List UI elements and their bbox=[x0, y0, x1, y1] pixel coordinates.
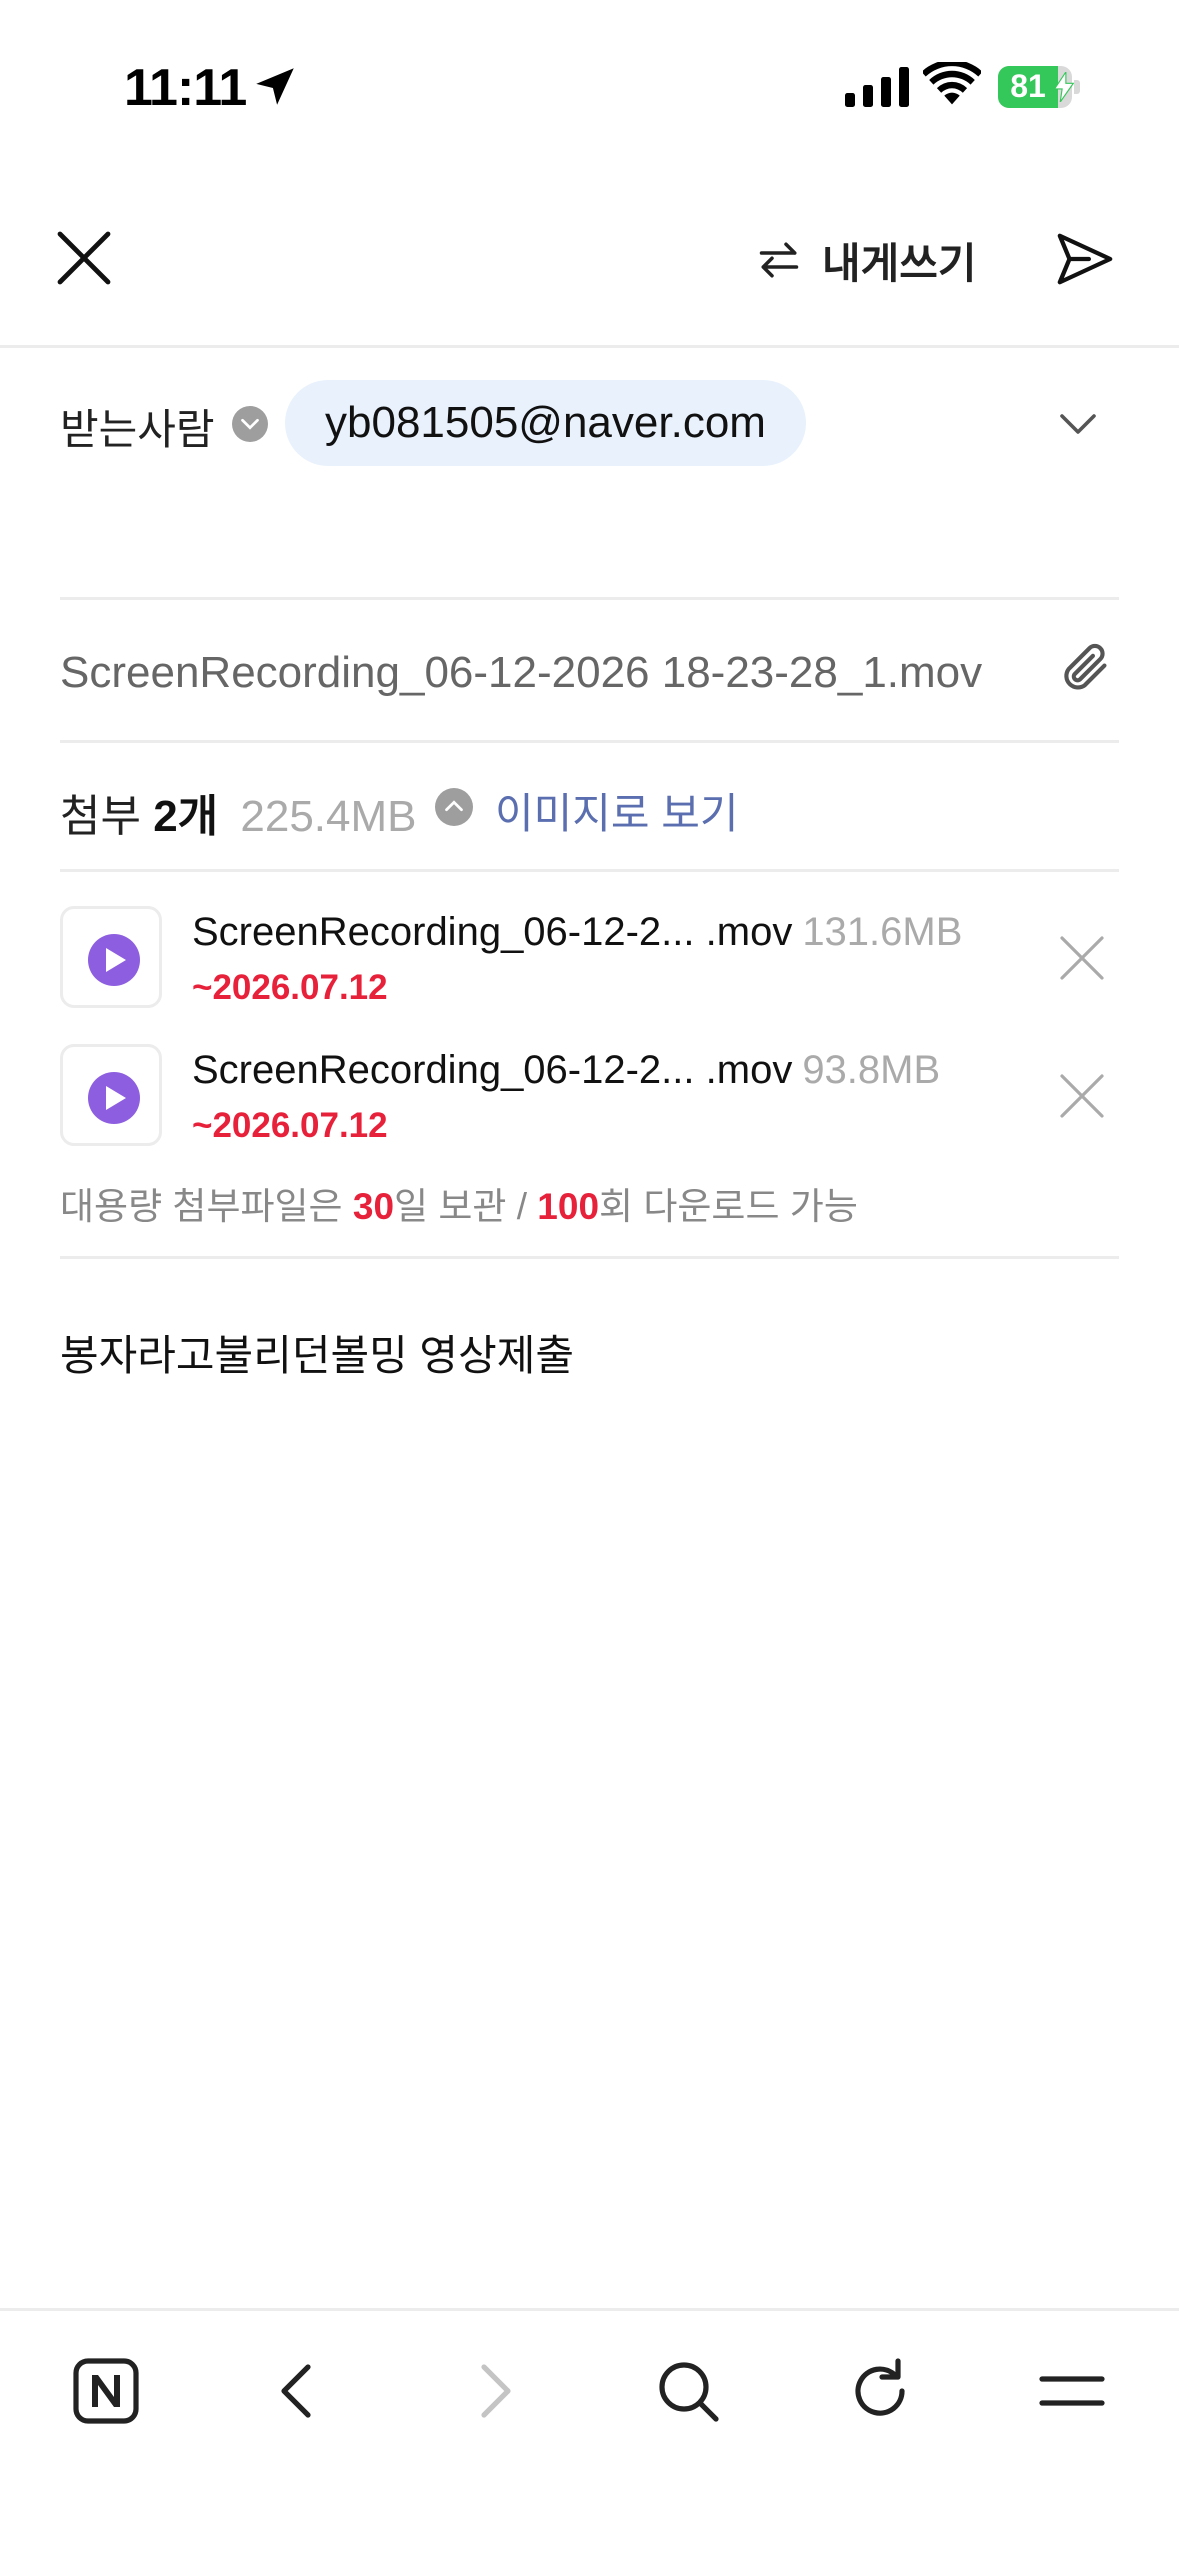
attachment-name: ScreenRecording_06-12-2... .mov 93.8MB bbox=[192, 1048, 941, 1092]
menu-icon bbox=[1039, 2376, 1105, 2406]
divider bbox=[60, 1256, 1119, 1259]
paperclip-icon[interactable] bbox=[1058, 639, 1114, 699]
location-arrow-icon bbox=[256, 68, 294, 105]
recipient-chip[interactable]: yb081505@naver.com bbox=[285, 380, 806, 466]
cellular-signal-icon bbox=[845, 67, 909, 107]
back-button[interactable] bbox=[258, 2351, 338, 2431]
self-write-label: 내게쓰기 bbox=[822, 239, 977, 287]
recipient-row: 받는사람 yb081505@naver.com bbox=[60, 350, 1119, 600]
message-body[interactable]: 봉자라고불리던볼밍 영상제출 bbox=[60, 1322, 1119, 1383]
attachment-expiry: ~2026.07.12 bbox=[192, 1106, 388, 1145]
battery-icon: 81 bbox=[998, 66, 1080, 108]
naver-n-icon bbox=[73, 2358, 139, 2424]
send-icon[interactable] bbox=[1054, 228, 1116, 290]
attachment-size: 131.6MB bbox=[802, 910, 963, 954]
compose-toolbar: 내게쓰기 bbox=[0, 170, 1179, 348]
naver-home-button[interactable] bbox=[66, 2351, 146, 2431]
large-attachment-notice: 대용량 첨부파일은 30일 보관 / 100회 다운로드 가능 bbox=[60, 1186, 858, 1227]
remove-attachment-icon[interactable] bbox=[1058, 1072, 1106, 1120]
browser-bottom-nav bbox=[0, 2308, 1179, 2556]
forward-button[interactable] bbox=[454, 2351, 534, 2431]
recipient-label: 받는사람 bbox=[60, 406, 215, 453]
refresh-button[interactable] bbox=[840, 2351, 920, 2431]
chevron-up-icon[interactable] bbox=[435, 788, 473, 826]
attachment-item[interactable]: ScreenRecording_06-12-2... .mov 131.6MB ~… bbox=[60, 906, 1119, 1016]
video-thumbnail bbox=[60, 1044, 162, 1146]
video-thumbnail bbox=[60, 906, 162, 1008]
status-time: 11:11 bbox=[124, 59, 247, 117]
charging-bolt-icon bbox=[1054, 72, 1074, 102]
play-icon bbox=[88, 934, 140, 986]
attachments-count: 2개 bbox=[153, 792, 219, 841]
menu-button[interactable] bbox=[1032, 2351, 1112, 2431]
subject-input[interactable] bbox=[60, 641, 1025, 705]
subject-row bbox=[60, 603, 1119, 743]
attachments-total-size: 225.4MB bbox=[240, 792, 417, 841]
recipient-options-chevron-icon[interactable] bbox=[232, 406, 268, 442]
wifi-icon bbox=[923, 62, 981, 105]
attachment-size: 93.8MB bbox=[802, 1048, 941, 1092]
download-limit: 100 bbox=[537, 1186, 600, 1227]
search-icon bbox=[659, 2362, 719, 2422]
back-icon bbox=[281, 2364, 311, 2418]
status-bar: 11:11 81 bbox=[0, 0, 1179, 170]
view-as-images-link[interactable]: 이미지로 보기 bbox=[495, 780, 739, 841]
refresh-icon bbox=[855, 2358, 905, 2416]
close-icon[interactable] bbox=[52, 226, 116, 290]
forward-icon bbox=[481, 2364, 511, 2418]
play-icon bbox=[88, 1072, 140, 1124]
attachments-summary: 첨부 2개 225.4MB bbox=[60, 780, 417, 844]
self-write-button[interactable]: 내게쓰기 bbox=[758, 230, 977, 290]
attachment-item[interactable]: ScreenRecording_06-12-2... .mov 93.8MB ~2… bbox=[60, 1044, 1119, 1154]
battery-level: 81 bbox=[1010, 68, 1046, 104]
attachment-expiry: ~2026.07.12 bbox=[192, 968, 388, 1007]
attachments-label: 첨부 bbox=[60, 792, 141, 841]
search-button[interactable] bbox=[648, 2351, 728, 2431]
swap-arrows-icon bbox=[759, 242, 799, 278]
attachment-name: ScreenRecording_06-12-2... .mov 131.6MB bbox=[192, 910, 963, 954]
attachments-header: 첨부 2개 225.4MB 이미지로 보기 bbox=[60, 746, 1119, 872]
remove-attachment-icon[interactable] bbox=[1058, 934, 1106, 982]
chevron-down-icon[interactable] bbox=[1058, 406, 1098, 442]
retention-days: 30 bbox=[352, 1186, 395, 1227]
